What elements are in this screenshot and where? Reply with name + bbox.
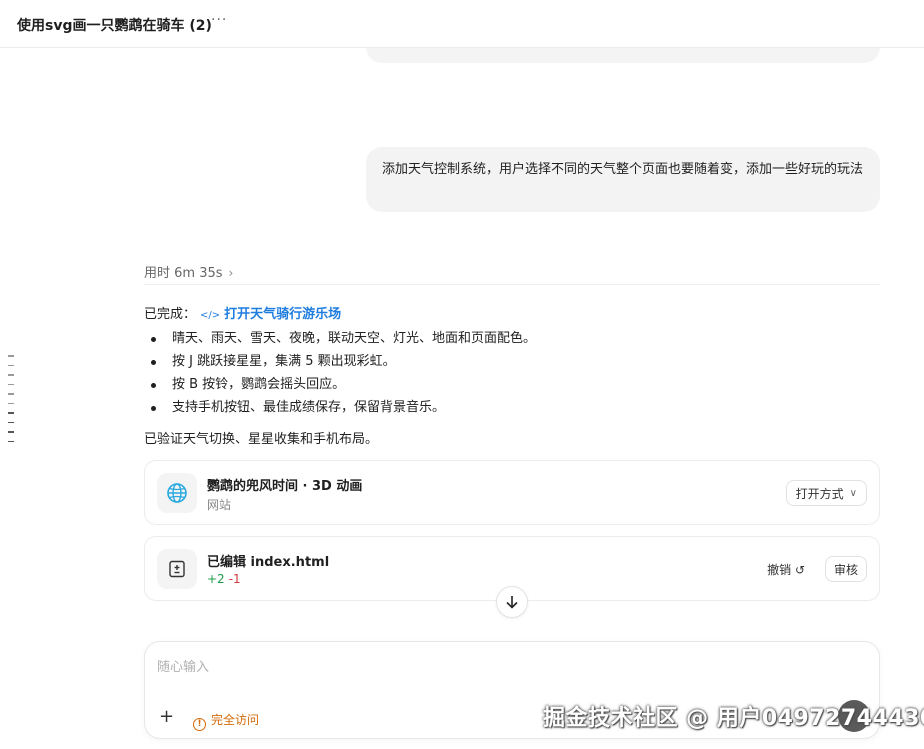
lines-removed: -1: [228, 572, 241, 586]
add-attachment-icon[interactable]: +: [159, 708, 174, 726]
outline-tick-active[interactable]: [8, 440, 14, 442]
warning-icon: !: [193, 718, 206, 731]
globe-icon: [157, 473, 197, 513]
outline-tick[interactable]: [8, 402, 14, 404]
diff-stats: +2 -1: [207, 572, 241, 586]
outline-tick[interactable]: [8, 374, 14, 376]
code-icon: </>: [200, 310, 221, 321]
outline-tick[interactable]: [8, 364, 14, 366]
open-playground-link[interactable]: </> 打开天气骑行游乐场: [200, 307, 341, 322]
outline-tick[interactable]: [8, 383, 14, 385]
outline-tick[interactable]: [8, 393, 14, 395]
full-access-label: 完全访问: [211, 713, 260, 727]
feature-list: 晴天、雨天、雪天、夜晚，联动天空、灯光、地面和页面配色。 按 J 跳跃接星星，集…: [148, 327, 536, 419]
more-options-icon[interactable]: ···: [211, 12, 227, 28]
completed-prefix: 已完成：: [144, 307, 197, 322]
undo-label: 撤销: [767, 563, 792, 577]
chat-title[interactable]: 使用svg画一只鹦鹉在骑车 (2): [17, 15, 212, 35]
diff-file-icon: [157, 549, 197, 589]
message-input[interactable]: [157, 656, 857, 686]
chat-header: 使用svg画一只鹦鹉在骑车 (2) ···: [0, 0, 924, 48]
list-item: 按 B 按铃，鹦鹉会摇头回应。: [148, 373, 536, 396]
outline-tick-active[interactable]: [8, 431, 14, 433]
open-with-button[interactable]: 打开方式 ∨: [785, 480, 867, 506]
watermark: 掘金技术社区 @ 用户04972744430: [543, 706, 924, 731]
list-item: 晴天、雨天、雪天、夜晚，联动天空、灯光、地面和页面配色。: [148, 327, 536, 350]
divider: [144, 284, 880, 285]
edited-file-title: 已编辑 index.html: [207, 555, 330, 570]
open-with-label: 打开方式: [795, 486, 844, 501]
website-card-subtitle: 网站: [207, 498, 232, 512]
review-button[interactable]: 审核: [824, 556, 867, 582]
outline-tick[interactable]: [8, 355, 14, 357]
website-card[interactable]: 鹦鹉的兜风时间 · 3D 动画 网站 打开方式 ∨: [144, 460, 880, 525]
verified-summary: 已验证天气切换、星星收集和手机布局。: [144, 432, 379, 447]
undo-icon: ↺: [794, 563, 805, 577]
undo-button[interactable]: 撤销 ↺: [767, 561, 805, 578]
outline-tick-active[interactable]: [8, 421, 14, 423]
user-message-bubble: 添加天气控制系统，用户选择不同的天气整个页面也要随着变，添加一些好玩的玩法: [366, 147, 880, 212]
lines-added: +2: [207, 572, 225, 586]
elapsed-time-toggle[interactable]: 用时 6m 35s ›: [144, 262, 233, 281]
completed-line: 已完成： </> 打开天气骑行游乐场: [144, 303, 341, 322]
outline-tick-active[interactable]: [8, 412, 14, 414]
list-item: 按 J 跳跃接星星，集满 5 颗出现彩虹。: [148, 350, 536, 373]
full-access-toggle[interactable]: ! 完全访问: [193, 711, 259, 731]
arrow-down-icon: [506, 596, 518, 609]
elapsed-time-label: 用时 6m 35s: [144, 266, 223, 281]
chevron-right-icon: ›: [228, 266, 234, 280]
list-item: 支持手机按钮、最佳成绩保存，保留背景音乐。: [148, 396, 536, 419]
open-playground-link-label: 打开天气骑行游乐场: [224, 307, 342, 322]
chevron-down-icon: ∨: [849, 487, 857, 499]
website-card-title: 鹦鹉的兜风时间 · 3D 动画: [207, 479, 363, 494]
conversation-outline[interactable]: [8, 355, 14, 450]
scroll-to-bottom-button[interactable]: [496, 586, 528, 618]
